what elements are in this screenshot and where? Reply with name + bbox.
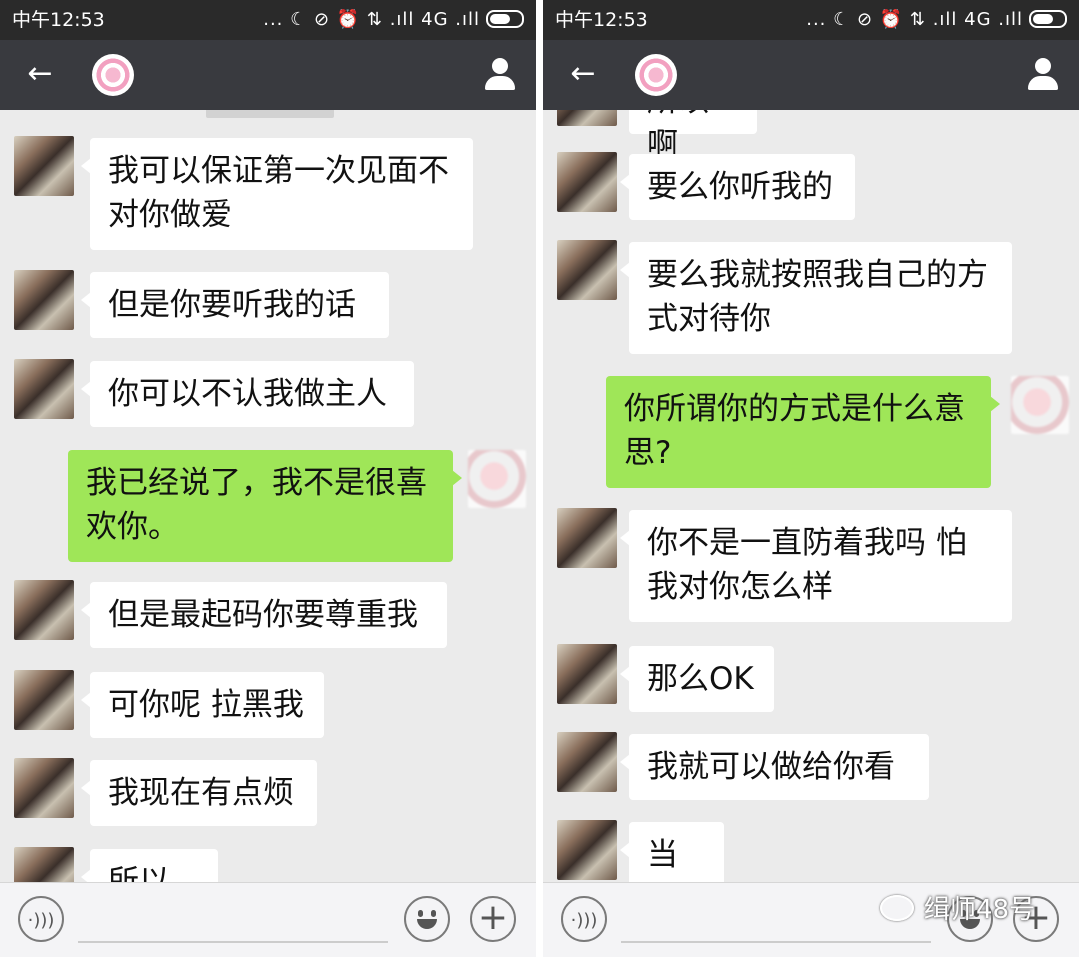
sender-avatar[interactable] bbox=[14, 758, 74, 818]
status-signal-icons: ... ☾ ⊘ ⏰ ⇅ .ıll 4G .ıll bbox=[806, 9, 1023, 30]
voice-icon[interactable]: ·))) bbox=[561, 896, 607, 942]
watermark-text: 缉师48号 bbox=[924, 895, 1036, 925]
message-bubble[interactable]: 所以啊 bbox=[81, 849, 218, 882]
back-arrow-icon[interactable]: ← bbox=[20, 54, 60, 94]
panel-divider bbox=[536, 0, 543, 957]
chat-screen-right: 中午12:53 ... ☾ ⊘ ⏰ ⇅ .ıll 4G .ıll ← 所以啊 要… bbox=[543, 0, 1079, 957]
status-icons: ... ☾ ⊘ ⏰ ⇅ .ıll 4G .ıll bbox=[263, 0, 524, 40]
screenshot-pair: 中午12:53 ... ☾ ⊘ ⏰ ⇅ .ıll 4G .ıll ← 我可以保证… bbox=[0, 0, 1080, 957]
battery-icon bbox=[1029, 10, 1067, 28]
own-avatar[interactable] bbox=[1011, 376, 1069, 434]
message-bubble[interactable]: 但是最起码你要尊重我 bbox=[81, 582, 447, 648]
sender-avatar[interactable] bbox=[557, 240, 617, 300]
person-icon[interactable] bbox=[482, 56, 518, 92]
message-list[interactable]: 我可以保证第一次见面不对你做爱 但是你要听我的话 你可以不认我做主人 我已经说了… bbox=[0, 110, 536, 882]
battery-icon bbox=[486, 10, 524, 28]
message-bubble[interactable]: 我可以保证第一次见面不对你做爱 bbox=[81, 138, 473, 250]
message-bubble[interactable]: 我已经说了，我不是很喜欢你。 bbox=[68, 450, 462, 562]
chat-screen-left: 中午12:53 ... ☾ ⊘ ⏰ ⇅ .ıll 4G .ıll ← 我可以保证… bbox=[0, 0, 536, 957]
status-time: 中午12:53 bbox=[555, 9, 648, 31]
sender-avatar[interactable] bbox=[14, 359, 74, 419]
message-bubble[interactable]: 我现在有点烦 bbox=[81, 760, 317, 826]
sender-avatar[interactable] bbox=[557, 820, 617, 880]
message-bubble[interactable]: 所以啊 bbox=[629, 110, 757, 163]
message-bubble[interactable]: 要么你听我的 bbox=[620, 154, 855, 220]
sender-avatar[interactable] bbox=[14, 670, 74, 730]
sender-avatar[interactable] bbox=[557, 152, 617, 212]
input-bar: ·))) + bbox=[0, 882, 536, 957]
back-arrow-icon[interactable]: ← bbox=[563, 54, 603, 94]
contact-avatar[interactable] bbox=[635, 54, 677, 96]
sender-avatar[interactable] bbox=[14, 136, 74, 196]
message-list[interactable]: 所以啊 要么你听我的 要么我就按照我自己的方式对待你 你所谓你的方式是什么意思?… bbox=[543, 110, 1079, 882]
message-bubble[interactable]: 你可以不认我做主人 bbox=[81, 361, 414, 427]
chat-header: ← bbox=[543, 40, 1079, 110]
message-input[interactable] bbox=[78, 897, 388, 943]
message-bubble[interactable]: 你不是一直防着我吗 怕我对你怎么样 bbox=[620, 510, 1012, 622]
sender-avatar[interactable] bbox=[14, 270, 74, 330]
status-icons: ... ☾ ⊘ ⏰ ⇅ .ıll 4G .ıll bbox=[806, 0, 1067, 40]
chat-header: ← bbox=[0, 40, 536, 110]
sender-avatar[interactable] bbox=[557, 110, 617, 126]
message-bubble[interactable]: 当然 bbox=[620, 822, 724, 882]
message-bubble[interactable]: 那么OK bbox=[620, 646, 774, 712]
status-bar: 中午12:53 ... ☾ ⊘ ⏰ ⇅ .ıll 4G .ıll bbox=[543, 0, 1079, 40]
message-bubble[interactable]: 要么我就按照我自己的方式对待你 bbox=[620, 242, 1012, 354]
person-icon[interactable] bbox=[1025, 56, 1061, 92]
message-bubble[interactable]: 可你呢 拉黑我 bbox=[81, 672, 324, 738]
sender-avatar[interactable] bbox=[14, 580, 74, 640]
plus-icon[interactable]: + bbox=[470, 896, 516, 942]
voice-icon[interactable]: ·))) bbox=[18, 896, 64, 942]
status-bar: 中午12:53 ... ☾ ⊘ ⏰ ⇅ .ıll 4G .ıll bbox=[0, 0, 536, 40]
message-bubble[interactable]: 你所谓你的方式是什么意思? bbox=[606, 376, 1000, 488]
timestamp-chip bbox=[206, 110, 334, 118]
sender-avatar[interactable] bbox=[557, 644, 617, 704]
smiley-icon[interactable] bbox=[404, 896, 450, 942]
message-bubble[interactable]: 我就可以做给你看 bbox=[620, 734, 929, 800]
watermark: 缉师48号 bbox=[880, 895, 1035, 925]
sender-avatar[interactable] bbox=[557, 732, 617, 792]
status-signal-icons: ... ☾ ⊘ ⏰ ⇅ .ıll 4G .ıll bbox=[263, 9, 480, 30]
wechat-icon bbox=[880, 895, 914, 921]
sender-avatar[interactable] bbox=[557, 508, 617, 568]
sender-avatar[interactable] bbox=[14, 847, 74, 882]
message-bubble[interactable]: 但是你要听我的话 bbox=[81, 272, 389, 338]
status-time: 中午12:53 bbox=[12, 9, 105, 31]
contact-avatar[interactable] bbox=[92, 54, 134, 96]
own-avatar[interactable] bbox=[468, 450, 526, 508]
